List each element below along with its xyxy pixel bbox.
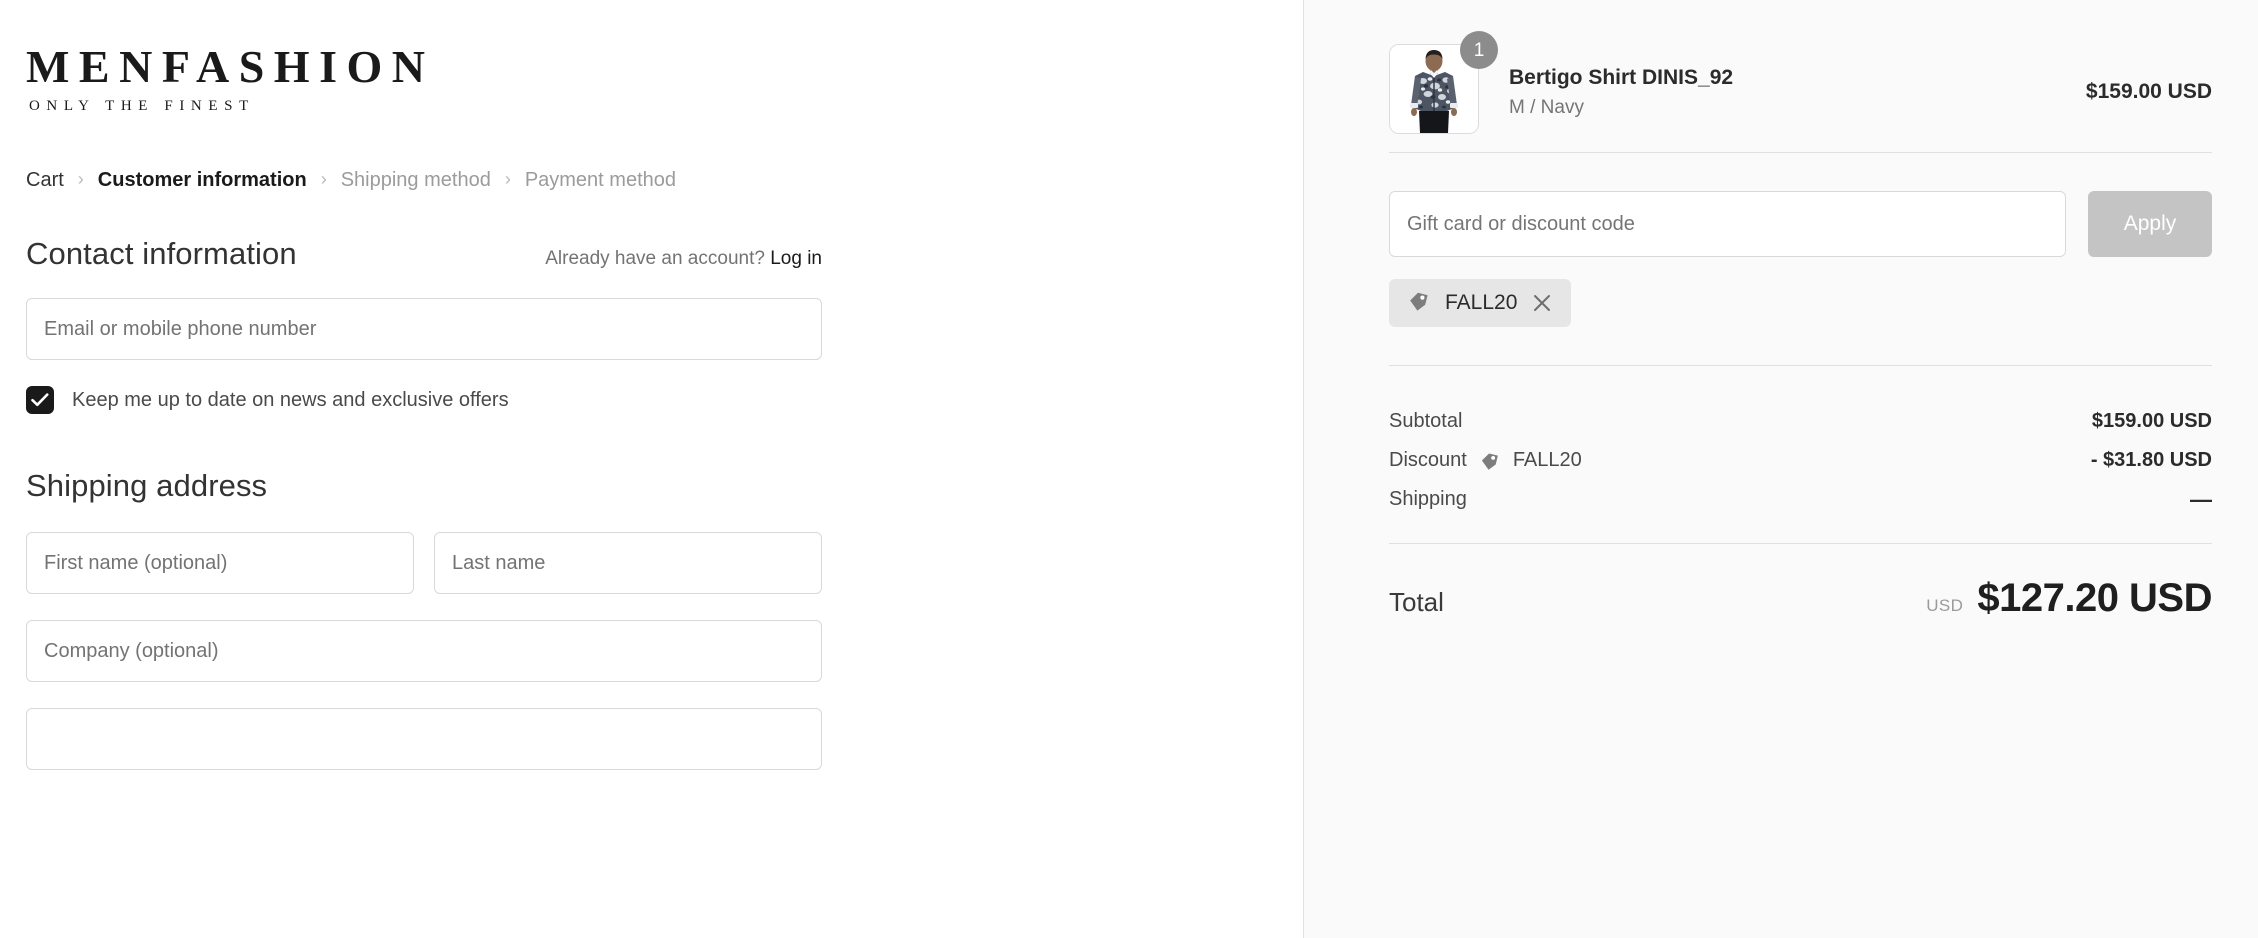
breadcrumb-item-cart[interactable]: Cart <box>26 170 64 190</box>
name-fields-row: First name (optional) Last name <box>26 532 822 594</box>
quantity-badge: 1 <box>1460 31 1498 69</box>
subtotal-label: Subtotal <box>1389 410 1463 432</box>
summary-row-subtotal: Subtotal $159.00 USD <box>1389 402 2212 441</box>
line-item-title: Bertigo Shirt DINIS_92 <box>1509 65 1734 89</box>
apply-discount-button[interactable]: Apply <box>2088 191 2212 257</box>
shipping-label: Shipping <box>1389 488 1467 510</box>
newsletter-checkbox-row[interactable]: Keep me up to date on news and exclusive… <box>26 386 1190 414</box>
summary-row-discount: Discount FALL20 - $31.80 USD <box>1389 441 2212 480</box>
applied-discount-pill: FALL20 <box>1389 279 1572 327</box>
breadcrumb-item-shipping-method: Shipping method <box>340 169 491 191</box>
chevron-right-icon: › <box>77 169 84 189</box>
checkout-page: MENFASHION ONLY THE FINEST Cart › Custom… <box>0 0 2258 938</box>
brand-tagline: ONLY THE FINEST <box>29 98 255 114</box>
email-field[interactable]: Email or mobile phone number <box>26 298 822 360</box>
discount-label-group: Discount FALL20 <box>1389 449 1582 472</box>
product-thumbnail-wrap: 1 <box>1389 31 1498 140</box>
newsletter-label: Keep me up to date on news and exclusive… <box>72 388 509 411</box>
breadcrumb-item-payment-method: Payment method <box>524 169 677 191</box>
applied-discounts: FALL20 <box>1389 257 2212 327</box>
company-field[interactable]: Company (optional) <box>26 620 822 682</box>
line-item-details: Bertigo Shirt DINIS_92 M / Navy <box>1509 65 2068 119</box>
brand-name: MENFASHION <box>26 41 435 92</box>
account-prompt-text: Already have an account? <box>545 248 765 269</box>
applied-discount-code: FALL20 <box>1445 291 1518 314</box>
check-icon <box>31 393 49 407</box>
address-field[interactable] <box>26 708 822 770</box>
discount-code-label: FALL20 <box>1512 449 1582 471</box>
tag-icon <box>1479 450 1501 472</box>
shipping-value: — <box>2190 486 2212 512</box>
log-in-link[interactable]: Log in <box>770 248 822 269</box>
remove-discount-icon[interactable] <box>1531 292 1553 314</box>
first-name-field[interactable]: First name (optional) <box>26 532 414 594</box>
total-value-group: USD $127.20 USD <box>1926 576 2212 621</box>
total-currency: USD <box>1926 596 1964 615</box>
newsletter-checkbox[interactable] <box>26 386 54 414</box>
breadcrumb: Cart › Customer information › Shipping m… <box>26 170 1190 190</box>
discount-entry-row: Gift card or discount code Apply <box>1389 153 2212 257</box>
order-summary-column: 1 Bertigo Shirt DINIS_92 M / Navy $159.0… <box>1303 0 2258 938</box>
contact-information-title: Contact information <box>26 236 297 271</box>
contact-information-header: Contact information Already have an acco… <box>26 236 822 272</box>
line-item-variant: M / Navy <box>1509 97 1584 119</box>
chevron-right-icon: › <box>504 169 511 189</box>
subtotal-value: $159.00 USD <box>2091 410 2212 432</box>
line-item-price: $159.00 USD <box>2085 80 2212 103</box>
order-line-item: 1 Bertigo Shirt DINIS_92 M / Navy $159.0… <box>1389 0 2212 152</box>
total-label: Total <box>1389 587 1444 617</box>
account-prompt: Already have an account? Log in <box>545 248 822 270</box>
summary-row-shipping: Shipping — <box>1389 480 2212 519</box>
discount-value: - $31.80 USD <box>2090 449 2212 471</box>
total-row: Total USD $127.20 USD <box>1389 544 2212 621</box>
brand-logo[interactable]: MENFASHION ONLY THE FINEST <box>26 0 1190 115</box>
total-amount: $127.20 USD <box>1977 576 2212 620</box>
tag-icon <box>1407 289 1431 318</box>
discount-label: Discount <box>1389 449 1467 471</box>
discount-code-input[interactable]: Gift card or discount code <box>1389 191 2066 257</box>
last-name-field[interactable]: Last name <box>434 532 822 594</box>
checkout-form-column: MENFASHION ONLY THE FINEST Cart › Custom… <box>0 0 1303 938</box>
breadcrumb-item-customer-information[interactable]: Customer information <box>98 170 307 190</box>
shipping-address-title: Shipping address <box>26 468 268 503</box>
summary-rows: Subtotal $159.00 USD Discount FALL20 - $… <box>1389 366 2212 519</box>
chevron-right-icon: › <box>320 169 327 189</box>
